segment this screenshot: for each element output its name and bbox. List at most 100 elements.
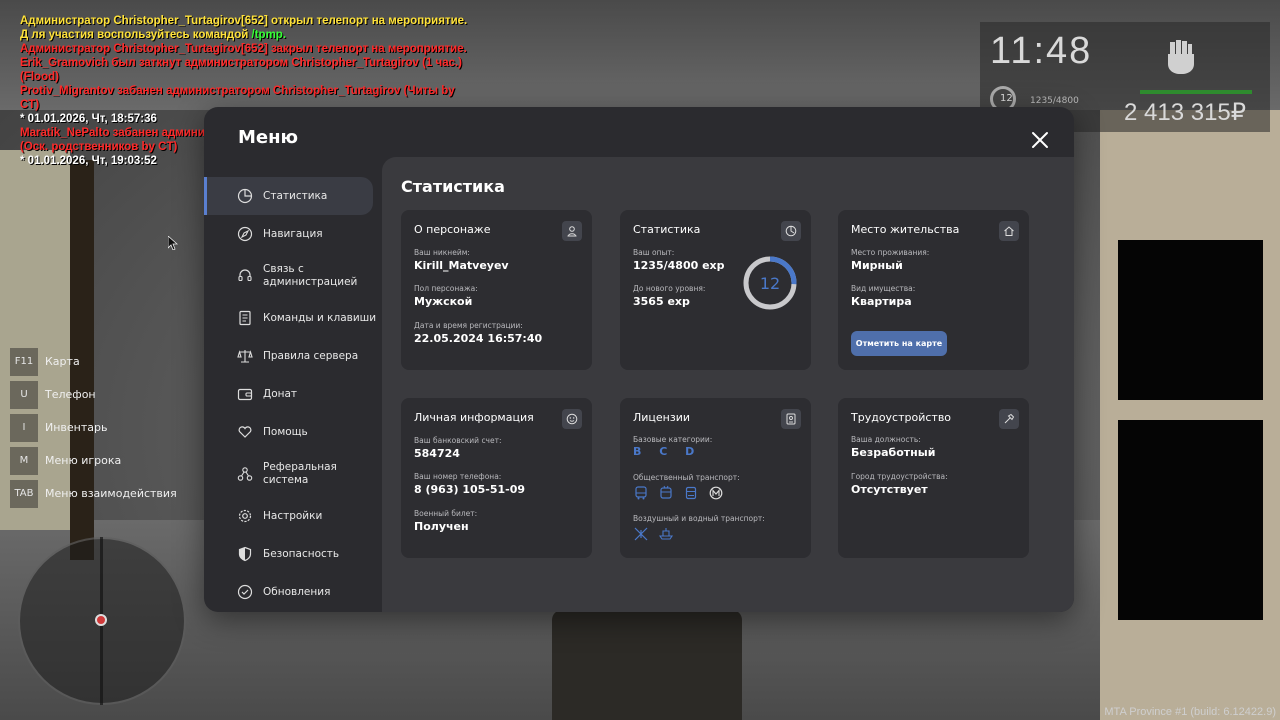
metro-icon [709,486,723,500]
public-transport-icons [633,485,724,501]
id-card-icon [781,409,801,429]
field-label: Ваш никнейм: [414,248,470,257]
background-window-pane [1118,420,1263,620]
smile-icon [562,409,582,429]
sidebar-item-contact-admin[interactable]: Связь с администрацией [204,253,382,299]
hammer-icon [999,409,1019,429]
statistics-panel: Статистика О персонаже Ваш никнейм: Kiri… [382,157,1074,612]
sidebar-item-label: Реферальная система [263,461,337,486]
sidebar-item-security[interactable]: Безопасность [204,535,382,573]
shield-icon [238,546,252,562]
card-stats: Статистика Ваш опыт: 1235/4800 exp До но… [620,210,811,370]
sidebar-item-navigation[interactable]: Навигация [204,215,382,253]
card-residence: Место жительства Место проживания: Мирны… [838,210,1029,370]
sidebar-item-updates[interactable]: Обновления [204,573,382,611]
heart-hand-icon [238,426,252,438]
sidebar-item-label: Помощь [263,426,308,438]
field-label: Дата и время регистрации: [414,321,523,330]
key-cap: U [10,380,38,409]
exp-value: 1235/4800 exp [633,259,725,272]
sidebar-item-rules[interactable]: Правила сервера [204,337,382,375]
hud-money: 2 413 315₽ [1124,99,1247,126]
card-title: Лицензии [633,411,691,424]
property-type-value: Квартира [851,295,912,308]
tram-icon [685,486,697,500]
air-water-transport-icons [633,526,674,542]
sidebar-item-settings[interactable]: Настройки [204,497,382,535]
card-licenses: Лицензии Базовые категории: B C D Общест… [620,398,811,558]
hud-health-bar [1140,90,1252,94]
player-character [552,610,742,720]
sidebar-item-statistics[interactable]: Статистика [204,177,373,215]
sidebar-item-label: Статистика [263,190,328,202]
trolleybus-icon [660,485,672,499]
keybind-row: U Телефон [10,378,177,411]
build-info: MTA Province #1 (build: 6.12422.9) [1104,706,1276,718]
sidebar-item-label: Донат [263,388,298,400]
key-label: Телефон [45,388,96,401]
chat-message: Администратор Christopher_Turtagirov[652… [20,43,467,55]
keybind-list: F11 Карта U Телефон I Инвентарь M Меню и… [10,345,177,510]
key-label: Меню игрока [45,454,122,467]
sidebar-item-label: Настройки [263,510,323,522]
card-title: О персонаже [414,223,491,236]
page-title: Статистика [401,177,505,196]
menu-title: Меню [238,127,299,148]
field-label: Ваша должность: [851,435,921,444]
hud-level: 12 [1000,93,1013,104]
wallet-icon [237,388,253,401]
sidebar-item-donate[interactable]: Донат [204,375,382,413]
field-label: Город трудоустройства: [851,472,948,481]
field-label: Вид имущества: [851,284,916,293]
player-blip-icon [95,614,107,626]
key-label: Карта [45,355,80,368]
fist-icon [1168,40,1194,74]
bus-icon [635,486,647,500]
gender-value: Мужской [414,295,473,308]
field-label: Пол персонажа: [414,284,478,293]
player-menu-window: Меню Статистика Навигация Связь с админи… [204,107,1074,612]
mark-on-map-button[interactable]: Отметить на карте [851,331,947,356]
chat-message: Erik_Gramovich был заткнут администратор… [20,57,466,83]
key-label: Инвентарь [45,421,108,434]
field-label: До нового уровня: [633,284,706,293]
keybind-row: I Инвентарь [10,411,177,444]
sidebar-item-label: Навигация [263,228,323,240]
field-label: Воздушный и водный транспорт: [633,514,765,523]
refresh-icon [237,584,253,600]
clock-chart-icon [781,221,801,241]
military-id-value: Получен [414,520,469,533]
key-cap: I [10,413,38,442]
sidebar-item-label: Связь с администрацией [263,263,358,288]
card-title: Трудоустройство [851,411,952,424]
license-categories: B C D [633,445,702,458]
hud-exp: 1235/4800 [1030,96,1079,106]
background-right-wall [1100,110,1280,720]
sidebar-item-referral[interactable]: Реферальная система [204,451,382,497]
level-progress-ring: 12 [743,256,797,310]
airplane-icon [634,527,648,541]
user-icon [562,221,582,241]
sidebar-item-label: Команды и клавиши [263,312,377,324]
field-label: Военный билет: [414,509,478,518]
menu-sidebar: Статистика Навигация Связь с администрац… [204,177,382,611]
card-character: О персонаже Ваш никнейм: Kirill_Matveyev… [401,210,592,370]
headset-icon [238,269,252,282]
next-level-value: 3565 exp [633,295,690,308]
close-icon[interactable] [1028,128,1052,152]
home-icon [999,221,1019,241]
field-label: Ваш опыт: [633,248,675,257]
field-label: Общественный транспорт: [633,473,740,482]
sidebar-item-help[interactable]: Помощь [204,413,382,451]
phone-value: 8 (963) 105-51-09 [414,483,526,496]
key-cap: M [10,446,38,475]
field-label: Место проживания: [851,248,930,257]
bank-account-value: 584724 [414,447,460,460]
job-position-value: Безработный [851,446,936,459]
sidebar-item-label: Правила сервера [263,350,359,362]
keybind-row: TAB Меню взаимодействия [10,477,177,510]
sidebar-item-commands[interactable]: Команды и клавиши [204,299,382,337]
field-label: Ваш банковский счет: [414,436,502,445]
keybind-row: M Меню игрока [10,444,177,477]
key-cap: F11 [10,347,38,376]
